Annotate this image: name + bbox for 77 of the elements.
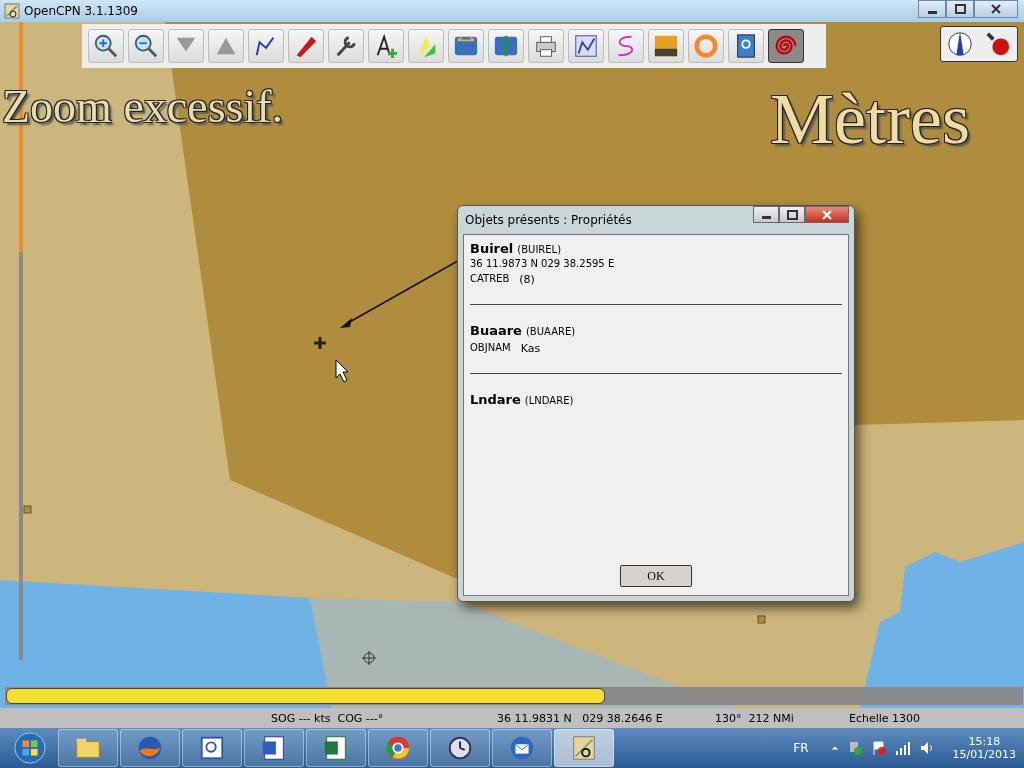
- signal-icon[interactable]: [894, 740, 911, 756]
- envelope-icon: [508, 734, 536, 762]
- flag-icon[interactable]: [870, 740, 887, 756]
- close-icon: [822, 209, 832, 220]
- object-code: (BUIREL): [517, 244, 562, 255]
- restore-button[interactable]: [946, 0, 974, 18]
- help-book-button[interactable]: [728, 29, 764, 63]
- show-hidden-icons-icon[interactable]: [830, 744, 839, 752]
- window-title: OpenCPN 3.1.1309: [24, 4, 138, 18]
- dialog-title: Objets présents : Propriétés: [464, 213, 632, 227]
- globe-icon: [136, 734, 164, 762]
- object-code: (LNDARE): [524, 395, 574, 406]
- status-field: 36 11.9831 N 029 38.2646 E: [497, 711, 715, 725]
- status-field: SOG --- kts COG ---°: [271, 711, 497, 725]
- ok-button[interactable]: OK: [620, 565, 692, 587]
- chart-icon: [570, 734, 598, 762]
- zoom-out-icon: [133, 33, 159, 59]
- ring-icon: [693, 33, 719, 59]
- status-field: Echelle 1300: [849, 711, 1024, 725]
- maximize-button[interactable]: [779, 206, 805, 223]
- zoom-out-button[interactable]: [128, 29, 164, 63]
- minimize-button[interactable]: [753, 206, 779, 223]
- height-icon: [493, 33, 519, 59]
- boat-button[interactable]: [288, 29, 324, 63]
- object-position: 36 11.9873 N 029 38.2595 E: [470, 258, 616, 269]
- route-button[interactable]: [248, 29, 284, 63]
- track-button[interactable]: [608, 29, 644, 63]
- app-icon: [4, 3, 20, 19]
- close-button[interactable]: [974, 0, 1018, 18]
- presentation-taskbar-button[interactable]: [182, 729, 242, 767]
- crosshair-symbol: [361, 650, 377, 666]
- cross-symbol: [312, 335, 328, 351]
- document-taskbar-button[interactable]: [244, 729, 304, 767]
- globe-taskbar-button[interactable]: [120, 729, 180, 767]
- width-button[interactable]: [448, 29, 484, 63]
- printer-icon: [533, 33, 559, 59]
- clock-taskbar-button[interactable]: [430, 729, 490, 767]
- beacon-mark: [23, 505, 32, 514]
- object-name: Lndare: [470, 392, 521, 407]
- attribute-value: (8): [519, 273, 535, 286]
- mouse-pointer-icon: [335, 359, 349, 383]
- spiral-button[interactable]: [768, 29, 804, 63]
- zoom-in-icon: [93, 33, 119, 59]
- sunset-icon: [653, 33, 679, 59]
- text-add-button[interactable]: [368, 29, 404, 63]
- chart-taskbar-button[interactable]: [554, 729, 614, 767]
- object-name: Buirel: [470, 241, 514, 256]
- status-field: 130° 212 NMi: [715, 711, 849, 725]
- wheel-icon: [384, 734, 412, 762]
- compass-icon[interactable]: [946, 30, 974, 58]
- presentation-icon: [198, 734, 226, 762]
- object-code: (BUAARE): [525, 326, 576, 337]
- object-name: Buaare: [470, 323, 522, 338]
- clock-time[interactable]: 15:18: [968, 735, 1001, 748]
- speaker-icon[interactable]: [918, 740, 935, 756]
- minimize-button[interactable]: [918, 0, 946, 18]
- spreadsheet-taskbar-button[interactable]: [306, 729, 366, 767]
- clock-icon: [446, 734, 474, 762]
- attribute-label: CATREB: [470, 273, 510, 286]
- close-icon: [991, 4, 1001, 14]
- gps-status-icon[interactable]: [984, 30, 1012, 58]
- attribute-value: Kas: [520, 342, 541, 355]
- beacon-mark: [757, 615, 766, 624]
- chart-edit-icon: [573, 33, 599, 59]
- language-indicator[interactable]: FR: [793, 741, 809, 755]
- chart-edit-button[interactable]: [568, 29, 604, 63]
- envelope-taskbar-button[interactable]: [492, 729, 552, 767]
- printer-button[interactable]: [528, 29, 564, 63]
- folder-taskbar-button[interactable]: [58, 729, 118, 767]
- sunset-button[interactable]: [648, 29, 684, 63]
- clock-date[interactable]: 15/01/2013: [952, 748, 1016, 761]
- attribute-label: OBJNAM: [470, 342, 511, 355]
- units-label: Mètres: [770, 78, 970, 161]
- close-button[interactable]: [805, 206, 849, 223]
- wrench-button[interactable]: [328, 29, 364, 63]
- zoom-in-button[interactable]: [88, 29, 124, 63]
- height-button[interactable]: [488, 29, 524, 63]
